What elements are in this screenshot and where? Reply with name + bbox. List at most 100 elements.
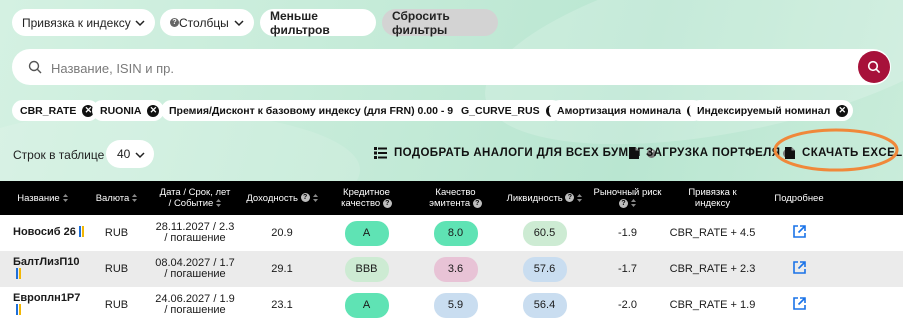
fewer-filters-button[interactable]: Меньше фильтров <box>260 9 376 37</box>
index-binding-label: Привязка к индексу <box>22 15 131 30</box>
reset-filters-label: Сбросить фильтры <box>392 8 450 37</box>
column-header-date[interactable]: Дата / Срок, лет / Событие <box>148 181 242 215</box>
column-header-credit[interactable]: Кредитное качество ? <box>322 181 411 215</box>
rows-per-page-select[interactable]: 40 <box>106 140 154 168</box>
liquidity-cell: 56.4 <box>500 287 589 323</box>
column-header-currency[interactable]: Валюта <box>85 181 148 215</box>
bond-name[interactable]: Европлн1Р7 <box>0 287 85 323</box>
credit-badge: BBB <box>344 256 389 282</box>
rows-per-page-label: Строк в таблице <box>13 148 105 162</box>
filter-chip: CBR_RATE ✕ <box>12 100 100 121</box>
filter-chip: Амортизация номинала ✕ <box>549 100 704 121</box>
column-header-binding[interactable]: Привязка к индексу <box>666 181 759 215</box>
column-header-market-risk[interactable]: Рыночный риск ? <box>589 181 666 215</box>
filter-chip: Премия/Дисконт к базовому индексу (для F… <box>161 100 491 121</box>
document-icon <box>785 147 795 159</box>
external-link-icon[interactable] <box>792 224 807 239</box>
portfolio-upload-label: ЗАГРУЗКА ПОРТФЕЛЯ <box>646 147 781 159</box>
rating-bars-icon <box>16 303 22 318</box>
sort-icon <box>132 193 138 202</box>
more-cell <box>759 215 839 251</box>
chevron-down-icon <box>135 19 145 26</box>
issuer-badge: 8.0 <box>433 220 478 246</box>
find-analogs-button[interactable]: ПОДОБРАТЬ АНАЛОГИ ДЛЯ ВСЕХ БУМАГ ? <box>374 147 657 159</box>
column-header-yield[interactable]: Доходность ? <box>242 181 322 215</box>
yield-cell: 20.9 <box>271 226 293 239</box>
sort-icon <box>62 193 68 202</box>
sort-icon <box>631 199 636 208</box>
search-button[interactable] <box>858 51 890 83</box>
filter-chip: G_CURVE_RUS ✕ <box>453 100 563 121</box>
binding-cell: CBR_RATE + 4.5 <box>669 226 756 239</box>
help-icon: ? <box>472 198 482 208</box>
issuer-cell: 8.0 <box>411 215 500 251</box>
more-cell <box>759 287 839 323</box>
table-row[interactable]: Новосиб 26 RUB 28.11.2027 / 2.3/ погашен… <box>0 215 903 251</box>
close-icon[interactable]: ✕ <box>836 104 849 117</box>
bond-name[interactable]: Новосиб 26 <box>0 215 85 251</box>
empty-cell <box>839 287 903 323</box>
market-risk-cell: -1.7 <box>618 262 637 275</box>
index-binding-dropdown[interactable]: Привязка к индексу <box>12 9 155 36</box>
columns-dropdown[interactable]: ? Столбцы <box>160 9 254 36</box>
binding-cell: CBR_RATE + 2.3 <box>669 262 756 275</box>
issuer-badge: 5.9 <box>433 292 478 318</box>
chip-label: Премия/Дисконт к базовому индексу (для F… <box>169 104 468 117</box>
issuer-cell: 3.6 <box>411 251 500 287</box>
credit-cell: BBB <box>322 251 411 287</box>
sort-icon <box>216 199 222 208</box>
rows-per-page-value: 40 <box>117 147 131 161</box>
date-cell: 24.06.2027 / 1.9/ погашение <box>155 293 235 316</box>
find-analogs-label: ПОДОБРАТЬ АНАЛОГИ ДЛЯ ВСЕХ БУМАГ <box>394 147 645 159</box>
document-icon <box>629 147 639 159</box>
search-bar <box>12 49 891 85</box>
liquidity-cell: 57.6 <box>500 251 589 287</box>
column-header-name[interactable]: Название <box>0 181 85 215</box>
chevron-down-icon <box>234 19 244 26</box>
column-header-more: Подробнее <box>774 192 824 204</box>
credit-cell: A <box>322 287 411 323</box>
list-icon <box>374 147 387 159</box>
filter-chip: Индексируемый номинал ✕ <box>689 100 854 121</box>
bond-name[interactable]: БалтЛизП10 <box>0 251 85 287</box>
sort-icon <box>577 193 583 202</box>
market-risk-cell: -1.9 <box>618 226 637 239</box>
table-row[interactable]: Европлн1Р7 RUB 24.06.2027 / 1.9/ погашен… <box>0 287 903 323</box>
sort-icon <box>312 193 318 202</box>
credit-badge: A <box>344 292 389 318</box>
search-input[interactable] <box>49 57 833 79</box>
market-risk-cell: -2.0 <box>618 298 637 311</box>
chip-label: G_CURVE_RUS <box>461 104 540 117</box>
help-icon: ? <box>170 18 179 27</box>
date-cell: 28.11.2027 / 2.3/ погашение <box>155 221 235 244</box>
column-header-liquidity[interactable]: Ликвидность ? <box>500 181 589 215</box>
date-cell: 08.04.2027 / 1.7/ погашение <box>155 257 235 280</box>
rating-bars-icon <box>16 267 22 282</box>
yield-cell: 23.1 <box>271 298 293 311</box>
binding-cell: CBR_RATE + 1.9 <box>669 298 756 311</box>
close-icon[interactable]: ✕ <box>147 104 160 117</box>
help-icon: ? <box>382 198 392 208</box>
liquidity-badge: 60.5 <box>522 220 567 246</box>
credit-cell: A <box>322 215 411 251</box>
column-header-empty <box>839 181 903 215</box>
chevron-down-icon <box>135 152 145 159</box>
empty-cell <box>839 251 903 287</box>
external-link-icon[interactable] <box>792 260 807 275</box>
chip-label: RUONIA <box>100 104 142 117</box>
download-excel-label: СКАЧАТЬ EXCEL <box>802 147 903 159</box>
portfolio-upload-button[interactable]: ЗАГРУЗКА ПОРТФЕЛЯ ? <box>629 147 793 159</box>
column-header-issuer[interactable]: Качество эмитента ? <box>411 181 500 215</box>
empty-cell <box>839 215 903 251</box>
reset-filters-button[interactable]: Сбросить фильтры <box>382 8 498 37</box>
search-icon <box>28 60 42 74</box>
external-link-icon[interactable] <box>792 296 807 311</box>
rating-bars-icon <box>78 226 85 240</box>
liquidity-badge: 57.6 <box>522 256 567 282</box>
table-row[interactable]: БалтЛизП10 RUB 08.04.2027 / 1.7/ погашен… <box>0 251 903 287</box>
download-excel-button[interactable]: СКАЧАТЬ EXCEL <box>785 147 903 159</box>
issuer-badge: 3.6 <box>433 256 478 282</box>
bonds-table: Название Валюта Дата / Срок, лет / Событи… <box>0 181 903 323</box>
more-cell <box>759 251 839 287</box>
search-icon <box>867 60 881 74</box>
